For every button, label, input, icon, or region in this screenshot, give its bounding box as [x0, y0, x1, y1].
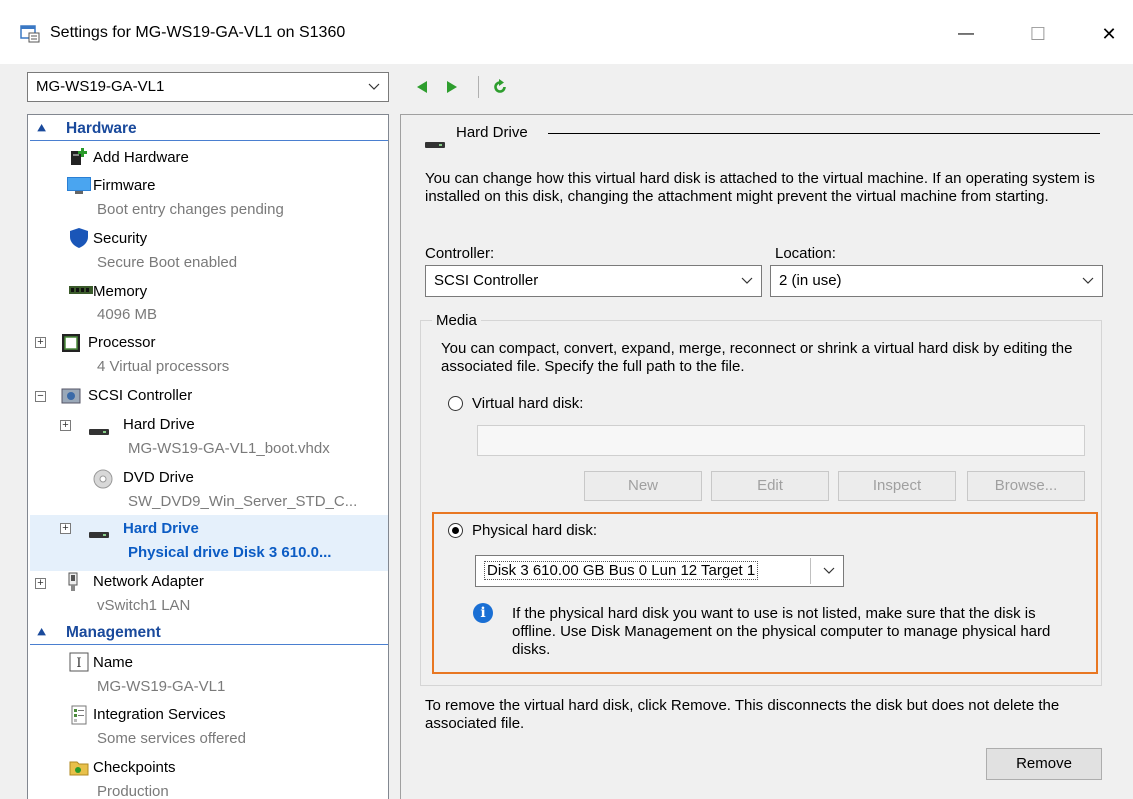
security-shield-icon — [68, 227, 90, 249]
refresh-icon — [494, 79, 506, 93]
back-button[interactable] — [412, 76, 432, 98]
tree-item-integration-services[interactable]: Integration Services — [93, 706, 226, 723]
controller-label: Controller: — [425, 245, 495, 262]
media-label: Media — [432, 312, 481, 330]
name-field-icon: I — [68, 651, 90, 673]
chevron-down-icon — [1082, 266, 1094, 307]
location-value: 2 (in use) — [779, 272, 842, 289]
minimize-button[interactable]: — — [946, 18, 986, 50]
title-bar: Settings for MG-WS19-GA-VL1 on S1360 — ☐… — [0, 0, 1133, 64]
close-icon: ✕ — [1101, 23, 1117, 44]
network-adapter-icon — [62, 571, 84, 593]
new-button[interactable]: New — [584, 471, 702, 501]
controller-value: SCSI Controller — [434, 272, 539, 289]
expand-network-icon[interactable]: + — [35, 578, 46, 589]
minimize-icon: — — [958, 25, 974, 42]
tree-item-network-adapter[interactable]: Network Adapter — [93, 573, 204, 590]
hard-drive-icon — [88, 418, 110, 440]
remove-button[interactable]: Remove — [986, 748, 1102, 780]
expand-processor-icon[interactable]: + — [35, 337, 46, 348]
integration-services-status: Some services offered — [97, 730, 246, 747]
dvd-drive-image: SW_DVD9_Win_Server_STD_C... — [128, 493, 358, 510]
group-title: Hard Drive — [456, 124, 528, 141]
collapse-scsi-icon[interactable]: − — [35, 391, 46, 402]
tree-item-hard-drive-boot[interactable]: Hard Drive — [123, 416, 195, 433]
chevron-down-icon — [741, 266, 753, 307]
firmware-icon — [66, 174, 92, 196]
scsi-controller-icon — [60, 385, 82, 407]
maximize-icon: ☐ — [1029, 23, 1047, 44]
svg-text:I: I — [76, 656, 81, 671]
inspect-button[interactable]: Inspect — [838, 471, 956, 501]
hard-drive-2-icon — [88, 521, 110, 543]
settings-tree: ⯅ Hardware Add Hardware Firmware Boot en… — [27, 114, 389, 799]
virtual-hard-disk-label[interactable]: Virtual hard disk: — [472, 395, 583, 413]
collapse-chevron-icon: ⯅ — [36, 120, 48, 136]
close-button[interactable]: ✕ — [1089, 18, 1129, 50]
window-title: Settings for MG-WS19-GA-VL1 on S1360 — [50, 24, 346, 41]
add-hardware-icon — [68, 146, 90, 168]
settings-app-icon — [20, 25, 40, 43]
management-section-header[interactable]: ⯅ Management — [30, 623, 388, 645]
remove-description: To remove the virtual hard disk, click R… — [425, 697, 1060, 732]
vm-name-value: MG-WS19-GA-VL1 — [97, 678, 226, 695]
tree-item-checkpoints[interactable]: Checkpoints — [93, 759, 176, 776]
browse-button[interactable]: Browse... — [967, 471, 1085, 501]
vm-selector-dropdown[interactable]: MG-WS19-GA-VL1 — [27, 72, 389, 102]
memory-icon — [68, 282, 94, 304]
chevron-down-icon — [368, 73, 380, 111]
tree-item-add-hardware[interactable]: Add Hardware — [93, 149, 189, 166]
group-hard-drive-icon — [424, 131, 446, 157]
tree-item-processor[interactable]: Processor — [88, 334, 156, 351]
tree-item-scsi-controller[interactable]: SCSI Controller — [88, 387, 192, 404]
media-description: You can compact, convert, expand, merge,… — [441, 340, 1073, 375]
physical-disk-highlight-box — [432, 512, 1098, 674]
hardware-section-header[interactable]: ⯅ Hardware — [30, 119, 388, 141]
integration-services-icon — [68, 704, 90, 726]
collapse-chevron-icon: ⯅ — [36, 624, 48, 640]
selected-row-highlight — [30, 515, 388, 571]
group-divider — [548, 133, 1100, 134]
checkpoints-type: Production — [97, 783, 169, 799]
expand-hard-drive-icon[interactable]: + — [60, 420, 71, 431]
forward-arrow-icon — [447, 81, 457, 93]
memory-status: 4096 MB — [97, 306, 158, 323]
tree-item-security[interactable]: Security — [93, 230, 147, 247]
management-section-label: Management — [66, 624, 161, 641]
checkpoints-icon — [68, 756, 90, 778]
edit-button[interactable]: Edit — [711, 471, 829, 501]
dvd-drive-icon — [92, 468, 114, 490]
virtual-hard-disk-path-input[interactable] — [477, 425, 1085, 456]
location-label: Location: — [775, 245, 836, 262]
controller-dropdown[interactable]: SCSI Controller — [425, 265, 762, 297]
intro-text: You can change how this virtual hard dis… — [425, 170, 1095, 205]
location-dropdown[interactable]: 2 (in use) — [770, 265, 1103, 297]
hardware-section-label: Hardware — [66, 120, 137, 137]
tree-item-hard-drive-physical[interactable]: Hard Drive — [123, 520, 199, 537]
security-status: Secure Boot enabled — [97, 254, 238, 271]
vm-selector-value: MG-WS19-GA-VL1 — [36, 78, 165, 95]
tree-item-name[interactable]: Name — [93, 654, 133, 671]
refresh-button[interactable] — [490, 76, 510, 98]
back-arrow-icon — [417, 81, 427, 93]
firmware-status: Boot entry changes pending — [97, 201, 284, 218]
processor-status: 4 Virtual processors — [97, 358, 230, 375]
tree-item-dvd-drive[interactable]: DVD Drive — [123, 469, 194, 486]
processor-icon — [60, 332, 82, 354]
expand-hard-drive-2-icon[interactable]: + — [60, 523, 71, 534]
tree-item-firmware[interactable]: Firmware — [93, 177, 156, 194]
forward-button[interactable] — [442, 76, 462, 98]
network-adapter-switch: vSwitch1 LAN — [97, 597, 191, 614]
maximize-button[interactable]: ☐ — [1018, 18, 1058, 50]
virtual-hard-disk-radio[interactable] — [448, 396, 463, 411]
toolbar-divider — [478, 76, 479, 98]
tree-item-memory[interactable]: Memory — [93, 283, 147, 300]
hard-drive-boot-path: MG-WS19-GA-VL1_boot.vhdx — [128, 440, 330, 457]
hard-drive-physical-desc: Physical drive Disk 3 610.0... — [128, 544, 332, 561]
